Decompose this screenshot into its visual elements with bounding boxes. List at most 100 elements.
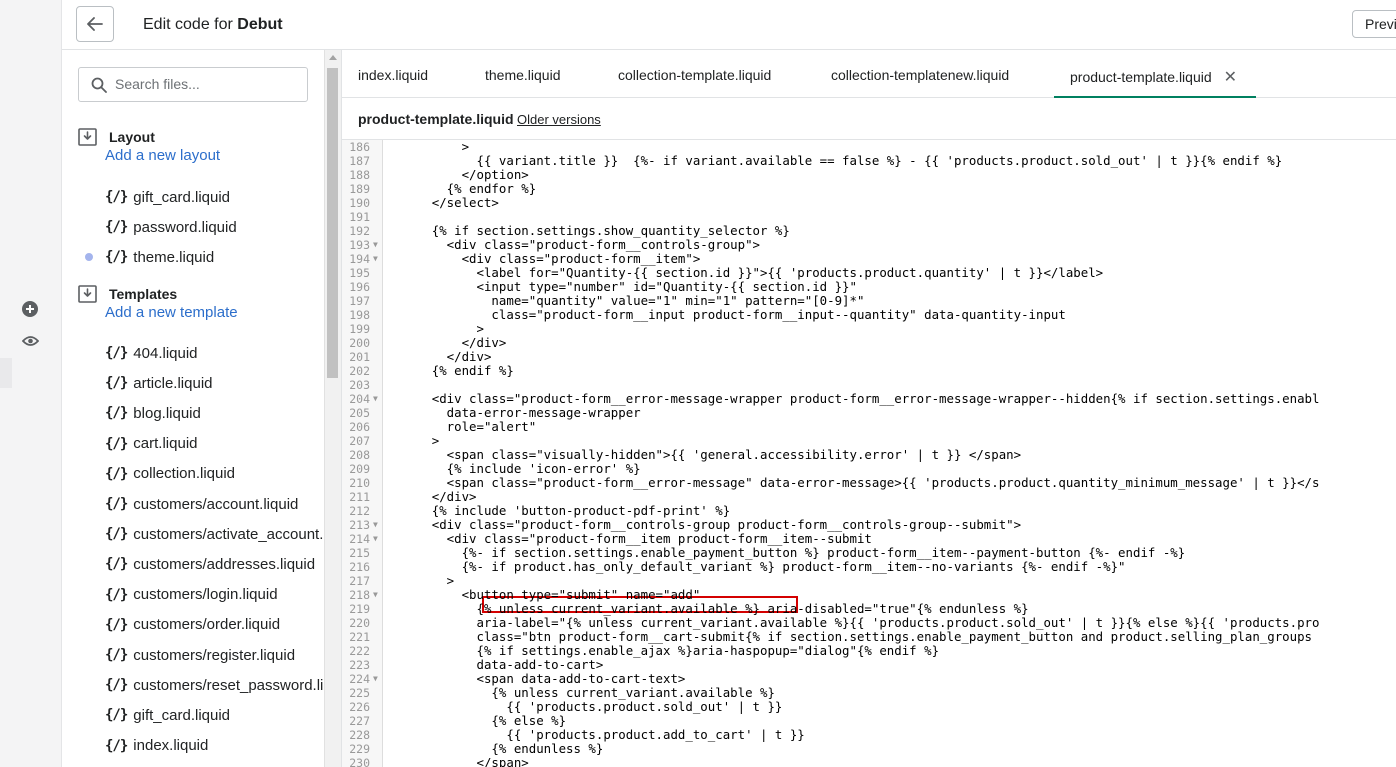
file-sidebar: Layout Add a new layout {/} gift_card.liqui…: [62, 50, 324, 767]
code-text: {% endif %}: [387, 363, 514, 378]
line-number: 221: [349, 630, 370, 644]
tab-index-liquid[interactable]: index.liquid: [358, 50, 428, 98]
add-layout-link[interactable]: Add a new layout: [105, 147, 220, 164]
file-item[interactable]: {/} customers/order.liquid: [105, 615, 280, 635]
file-name: article.liquid: [133, 374, 213, 392]
back-button[interactable]: [76, 6, 114, 42]
code-text: >: [387, 433, 440, 448]
file-item[interactable]: {/} theme.liquid: [105, 247, 214, 267]
code-text: >: [387, 321, 484, 336]
file-name: collection.liquid: [133, 465, 236, 483]
file-name: customers/register.liquid: [133, 646, 296, 664]
code-text: >: [387, 573, 455, 588]
line-number: 187: [349, 154, 370, 168]
code-text: >: [387, 140, 470, 154]
line-number: 193: [349, 238, 370, 252]
code-text: <span data-add-to-cart-text>: [387, 671, 686, 686]
file-name: 404.liquid: [133, 344, 198, 362]
tab-collection-templatenew-liquid[interactable]: collection-templatenew.liquid: [831, 50, 1009, 98]
file-item[interactable]: {/} password.liquid: [105, 217, 237, 237]
line-number: 222: [349, 644, 370, 658]
search-files-input[interactable]: [115, 76, 300, 92]
tab-collection-template-liquid[interactable]: collection-template.liquid: [618, 50, 771, 98]
eye-icon[interactable]: [21, 332, 39, 350]
file-item[interactable]: {/} collection.liquid: [105, 464, 235, 484]
file-item[interactable]: {/} blog.liquid: [105, 403, 201, 423]
top-bar: Edit code for Debut Preview: [62, 0, 1396, 50]
line-number: 225: [349, 686, 370, 700]
code-text: {% if settings.enable_ajax %}aria-haspop…: [387, 643, 940, 658]
line-number: 190: [349, 196, 370, 210]
line-number: 215: [349, 546, 370, 560]
file-item[interactable]: {/} gift_card.liquid: [105, 705, 230, 725]
line-number: 200: [349, 336, 370, 350]
search-box[interactable]: [78, 67, 308, 102]
file-item[interactable]: {/} customers/register.liquid: [105, 645, 295, 665]
line-number: 226: [349, 700, 370, 714]
tab-product-template-liquid[interactable]: product-template.liquid ✕: [1054, 50, 1256, 98]
fold-arrow-icon[interactable]: ▼: [373, 518, 378, 532]
older-versions-link[interactable]: Older versions: [517, 112, 601, 127]
line-number: 216: [349, 560, 370, 574]
file-item[interactable]: {/} customers/addresses.liquid: [105, 554, 315, 574]
code-text: <div class="product-form__error-message-…: [387, 391, 1320, 406]
file-item[interactable]: {/} 404.liquid: [105, 343, 198, 363]
line-number: 188: [349, 168, 370, 182]
scrollbar-thumb[interactable]: [327, 68, 338, 378]
file-item[interactable]: {/} index.liquid: [105, 736, 208, 756]
file-item[interactable]: {/} customers/login.liquid: [105, 585, 278, 605]
file-item[interactable]: {/} article.liquid: [105, 373, 213, 393]
sidebar-scrollbar[interactable]: [324, 50, 341, 767]
fold-arrow-icon[interactable]: ▼: [373, 392, 378, 406]
fold-arrow-icon[interactable]: ▼: [373, 238, 378, 252]
line-number: 228: [349, 728, 370, 742]
section-heading: Layout: [109, 129, 155, 145]
code-text: </div>: [387, 335, 507, 350]
liquid-file-icon: {/}: [105, 375, 128, 392]
line-number: 205: [349, 406, 370, 420]
code-text: {% include 'icon-error' %}: [387, 461, 641, 476]
line-number: 230: [349, 756, 370, 767]
line-number: 209: [349, 462, 370, 476]
fold-arrow-icon[interactable]: ▼: [373, 252, 378, 266]
code-text: <div class="product-form__item product-f…: [387, 531, 872, 546]
tab-label: index.liquid: [358, 67, 429, 83]
code-text: <div class="product-form__item">: [387, 251, 701, 266]
line-number: 206: [349, 420, 370, 434]
current-filename: product-template.liquid: [358, 111, 514, 127]
file-name: customers/addresses.liquid: [133, 555, 316, 573]
title-prefix: Edit code for: [143, 16, 238, 33]
file-item[interactable]: {/} gift_card.liquid: [105, 187, 230, 207]
scroll-up-arrow[interactable]: [329, 55, 337, 60]
code-text: role="alert": [387, 419, 537, 434]
liquid-file-icon: {/}: [105, 677, 128, 694]
add-templates-link[interactable]: Add a new template: [105, 304, 238, 321]
section-heading: Templates: [109, 286, 178, 302]
file-name: blog.liquid: [133, 404, 201, 422]
code-area[interactable]: 186 >187 {{ variant.title }} {%- if vari…: [342, 140, 1396, 767]
code-text: {% endfor %}: [387, 181, 537, 196]
code-text: {% endunless %}: [387, 741, 604, 756]
code-text: <div class="product-form__controls-group…: [387, 517, 1022, 532]
line-number: 220: [349, 616, 370, 630]
fold-arrow-icon[interactable]: ▼: [373, 532, 378, 546]
file-item[interactable]: {/} cart.liquid: [105, 434, 198, 454]
fold-arrow-icon[interactable]: ▼: [373, 588, 378, 602]
line-number: 210: [349, 476, 370, 490]
code-text: <div class="product-form__controls-group…: [387, 237, 760, 252]
code-text: </div>: [387, 349, 492, 364]
code-text: aria-label="{% unless current_variant.av…: [387, 615, 1320, 630]
code-text: <span class="product-form__error-message…: [387, 475, 1320, 490]
file-item[interactable]: {/} customers/activate_account.liquid: [105, 524, 324, 544]
tab-theme-liquid[interactable]: theme.liquid: [485, 50, 561, 98]
preview-button[interactable]: Preview: [1352, 10, 1396, 38]
line-number: 207: [349, 434, 370, 448]
line-number: 214: [349, 532, 370, 546]
code-text: {{ variant.title }} {%- if variant.avail…: [387, 153, 1283, 168]
fold-arrow-icon[interactable]: ▼: [373, 672, 378, 686]
plus-circle-icon[interactable]: [21, 300, 39, 318]
close-icon[interactable]: ✕: [1224, 69, 1237, 86]
file-item[interactable]: {/} customers/account.liquid: [105, 494, 298, 514]
file-item[interactable]: {/} customers/reset_password.liquid: [105, 675, 324, 695]
line-number: 195: [349, 266, 370, 280]
